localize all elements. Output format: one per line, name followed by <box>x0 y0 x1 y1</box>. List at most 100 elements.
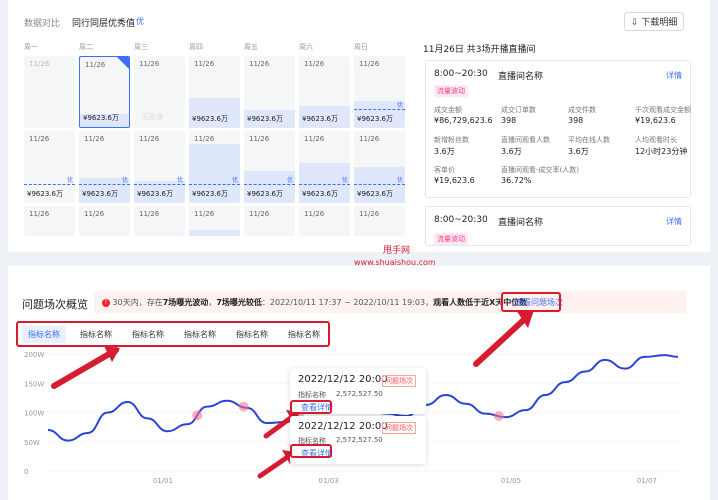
excellent-badge: 优 <box>121 177 128 184</box>
calendar-day-cell[interactable]: 11/26 <box>244 206 295 236</box>
calendar-day-cell[interactable]: 11/26 优 ¥9623.6万 <box>24 131 75 203</box>
day-date: 11/26 <box>304 135 325 143</box>
metric-value: 3.6万 <box>434 147 455 156</box>
arrow-shaft <box>51 347 119 389</box>
day-date: 11/26 <box>359 60 380 68</box>
excellent-badge: 优 <box>136 17 144 26</box>
calendar-day-cell[interactable]: 11/26 <box>189 206 240 236</box>
calendar-day-cell[interactable]: 11/26 优 ¥9623.6万 <box>299 131 350 203</box>
problem-session-point[interactable] <box>238 401 249 412</box>
calendar-day-cell[interactable]: 11/26 优 ¥9623.6万 <box>134 131 185 203</box>
day-value: ¥9623.6万 <box>357 190 393 198</box>
excellent-badge: 优 <box>286 177 293 184</box>
day-date: 11/26 <box>194 135 215 143</box>
day-date: 11/26 <box>304 210 325 218</box>
calendar-day-cell[interactable]: 11/26 优 ¥9623.6万 <box>354 56 405 128</box>
problem-session-point[interactable] <box>493 411 504 422</box>
calendar-day-cell[interactable]: 11/26 <box>299 206 350 236</box>
calendar-day-cell[interactable]: 11/26 <box>79 206 130 236</box>
peer-excellent-line <box>134 184 185 185</box>
day-value: ¥9623.6万 <box>82 190 118 198</box>
tooltip-metric-value: 2,572,527.50 <box>336 390 383 398</box>
metric-value: 398 <box>568 116 584 125</box>
metric-value: 3.6万 <box>501 147 522 156</box>
tooltip-metric-value: 2,572,527.50 <box>336 436 383 444</box>
metric-label: 成交金额 <box>434 106 462 114</box>
weekday-label: 周四 <box>189 43 203 51</box>
tooltip-metric-label: 指标名称 <box>298 391 326 399</box>
day-value: ¥9623.6万 <box>192 190 228 198</box>
metric-value: ¥19,623.6 <box>635 116 676 125</box>
metric-label: 平均在线人数 <box>568 136 610 144</box>
card-detail-link[interactable]: 详情 <box>666 70 682 81</box>
tab-peer-excellent[interactable]: 同行同层优秀值 <box>72 16 135 29</box>
day-value: ¥9623.6万 <box>302 115 338 123</box>
calendar-day-cell[interactable]: 11/26 ¥9623.6万 <box>244 56 295 128</box>
metric-value: ¥86,729,623.6 <box>434 116 493 125</box>
download-detail-button[interactable]: ⇩ 下载明细 <box>624 12 685 31</box>
problem-sessions-panel: 问题场次概览 ! 30天内，存在7场曝光波动，7场曝光较低：2022/10/11… <box>8 266 710 500</box>
calendar-day-cell[interactable]: 11/26 <box>134 206 185 236</box>
weekday-label: 周六 <box>299 43 313 51</box>
metric-value: ¥19,623.6 <box>434 176 475 185</box>
card-room-name: 直播间名称 <box>498 72 544 82</box>
day-summary-title: 11月26日 共3场开播直播间 <box>423 45 536 55</box>
x-axis-labels: 01/01 01/03 01/05 01/07 <box>153 477 657 485</box>
metric-label: 直播间观看-成交率(人数) <box>501 166 579 174</box>
day-value: ¥9623.6万 <box>302 190 338 198</box>
day-date: 11/26 <box>249 210 270 218</box>
highlight-box <box>290 400 332 414</box>
metric-value: 398 <box>501 116 517 125</box>
x-tick-label: 01/07 <box>637 477 657 485</box>
day-date: 11/26 <box>194 60 215 68</box>
problem-session-badge: 问题场次 <box>382 422 416 434</box>
day-date: 11/26 <box>249 60 270 68</box>
calendar-day-cell[interactable]: 11/26 优 ¥9623.6万 <box>189 131 240 203</box>
tab-data-compare[interactable]: 数据对比 <box>24 16 60 29</box>
peer-excellent-line <box>299 184 350 185</box>
download-icon: ⇩ <box>631 18 639 28</box>
day-value: ¥9623.6万 <box>192 115 228 123</box>
calendar-day-cell[interactable]: 11/26 ¥9623.6万 <box>189 56 240 128</box>
excellent-badge: 优 <box>396 102 403 109</box>
traffic-fluctuation-tag: 流量波动 <box>434 233 468 245</box>
y-tick-label: 200W <box>24 351 44 359</box>
weekday-label: 周二 <box>79 43 93 51</box>
card-time: 8:00~20:30 <box>434 215 488 225</box>
calendar-day-cell[interactable]: 11/26 优 ¥9623.6万 <box>244 131 295 203</box>
arrow-shaft <box>473 313 531 367</box>
calendar-day-cell[interactable]: 11/26 优 ¥9623.6万 <box>79 131 130 203</box>
calendar-day-cell[interactable]: 11/26 <box>354 206 405 236</box>
day-value: ¥9623.6万 <box>357 115 393 123</box>
excellent-badge: 优 <box>66 177 73 184</box>
day-date: 11/26 <box>29 210 50 218</box>
metric-label: 成交订单数 <box>501 106 536 114</box>
traffic-fluctuation-tag: 流量波动 <box>434 85 468 97</box>
card-detail-link[interactable]: 详情 <box>666 216 682 227</box>
calendar-day-cell[interactable]: 11/26 ¥9623.6万 <box>299 56 350 128</box>
y-axis-labels: 200W 150W 100W 50W 0 <box>24 351 44 476</box>
download-label: 下载明细 <box>641 18 678 28</box>
day-date: 11/26 <box>139 210 160 218</box>
metric-label: 人均观看时长 <box>635 136 677 144</box>
calendar-day-cell[interactable]: 11/26 优 ¥9623.6万 <box>354 131 405 203</box>
metric-value: 3.6万 <box>568 147 589 156</box>
day-value: ¥9623.6万 <box>137 190 173 198</box>
excellent-badge: 优 <box>341 177 348 184</box>
metric-label: 客单价 <box>434 166 455 174</box>
y-tick-label: 0 <box>24 468 28 476</box>
card-time: 8:00~20:30 <box>434 69 488 79</box>
day-date: 11/26 <box>85 61 106 69</box>
day-date: 11/26 <box>359 210 380 218</box>
peer-excellent-line <box>354 109 405 110</box>
calendar-day-cell[interactable]: 11/26 ¥9623.6万 <box>79 56 130 128</box>
weekday-label: 周三 <box>134 43 148 51</box>
day-date: 11/26 <box>29 60 50 68</box>
calendar-day-cell[interactable]: 11/26 <box>24 206 75 236</box>
peer-excellent-line <box>79 184 130 185</box>
day-value: ¥9623.6万 <box>247 115 283 123</box>
calendar-day-cell[interactable]: 11/26 <box>24 56 75 128</box>
problem-session-point[interactable] <box>192 410 203 421</box>
y-tick-label: 100W <box>24 410 44 418</box>
calendar-day-cell[interactable]: 11/26 无直播 <box>134 56 185 128</box>
